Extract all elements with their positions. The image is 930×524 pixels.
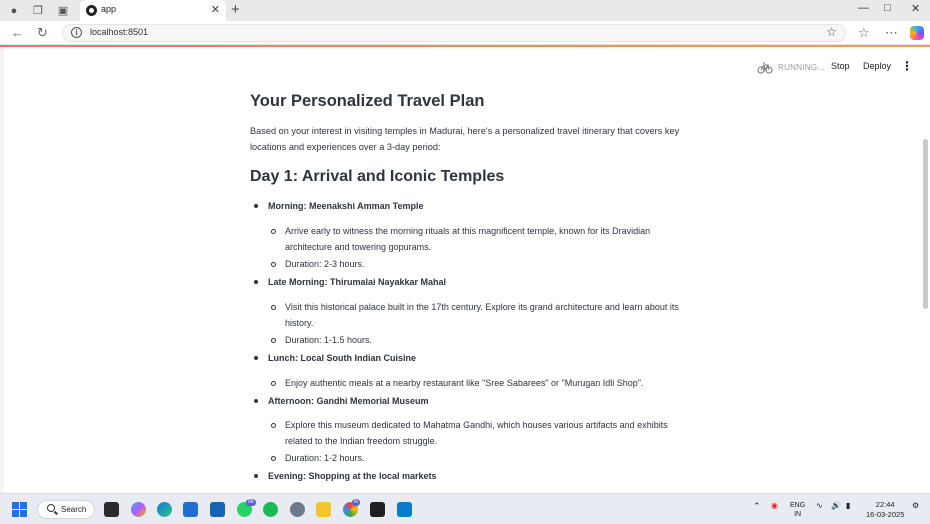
clock[interactable]: 22:44 16-03-2025 <box>866 500 904 520</box>
taskbar-search[interactable]: Search <box>37 500 95 519</box>
volume-icon[interactable]: 🔊 <box>831 501 841 510</box>
day-heading: Day 1: Arrival and Iconic Temples <box>250 168 505 185</box>
profile-icon[interactable]: ● <box>7 4 21 18</box>
wifi-icon[interactable]: ∿ <box>816 501 823 510</box>
itinerary-item-heading: Evening: Shopping at the local markets <box>268 471 437 481</box>
itinerary-detail: Duration: 1-2 hours. <box>285 453 365 463</box>
file-explorer-icon[interactable] <box>316 502 331 517</box>
page-scrollbar[interactable] <box>923 139 928 309</box>
browser-tab-app[interactable]: app ✕ <box>80 0 226 21</box>
page-title: Your Personalized Travel Plan <box>250 92 485 110</box>
language-indicator[interactable]: ENG IN <box>790 501 805 519</box>
windows-taskbar: Search 99 N ⌃ ◉ ENG IN ∿ 🔊 ▮ 22:44 16-03… <box>0 493 930 524</box>
clock-time: 22:44 <box>875 500 895 509</box>
itinerary-item-heading: Afternoon: Gandhi Memorial Museum <box>268 396 429 406</box>
edge-browser-icon[interactable] <box>157 502 172 517</box>
favorite-star-icon[interactable]: ☆ <box>826 25 837 39</box>
sub-bullet <box>271 381 276 386</box>
region-code: IN <box>794 511 802 518</box>
sub-bullet <box>271 262 276 267</box>
list-bullet <box>254 399 258 403</box>
more-options-icon[interactable]: ⋯ <box>885 25 898 41</box>
workspaces-icon[interactable]: ❒ <box>31 4 45 18</box>
sub-bullet <box>271 305 276 310</box>
store-icon[interactable] <box>183 502 198 517</box>
language-code: ENG <box>790 502 806 509</box>
list-bullet <box>254 280 258 284</box>
itinerary-detail: Duration: 2-3 hours. <box>285 259 365 269</box>
itinerary-detail: Explore this museum dedicated to Mahatma… <box>285 420 668 446</box>
running-bicycle-icon <box>757 62 773 74</box>
maximize-icon[interactable]: □ <box>884 2 891 14</box>
tray-chevron-icon[interactable]: ⌃ <box>753 501 761 512</box>
terminal-icon[interactable] <box>370 502 385 517</box>
new-tab-icon[interactable]: + <box>231 1 240 18</box>
site-info-icon[interactable]: i <box>71 27 82 38</box>
list-bullet <box>254 356 258 360</box>
tray-security-icon[interactable]: ◉ <box>771 501 778 510</box>
sub-bullet <box>271 456 276 461</box>
url-field[interactable]: i localhost:8501 ☆ <box>62 24 846 42</box>
tab-actions-icon[interactable]: ▣ <box>56 4 70 18</box>
list-bullet <box>254 204 258 208</box>
itinerary-detail: Duration: 1-1.5 hours. <box>285 335 373 345</box>
favorites-icon[interactable]: ☆ <box>858 25 870 41</box>
sub-bullet <box>271 338 276 343</box>
sub-bullet <box>271 423 276 428</box>
itinerary-item-heading: Morning: Meenakshi Amman Temple <box>268 201 424 211</box>
intro-paragraph: Based on your interest in visiting templ… <box>250 126 680 152</box>
clock-date: 16-03-2025 <box>866 510 905 519</box>
whatsapp-badge: 99 <box>246 499 256 506</box>
list-bullet <box>254 474 258 478</box>
chrome-badge: N <box>352 499 360 506</box>
copilot-icon[interactable] <box>910 26 924 40</box>
copilot-app-icon[interactable] <box>131 502 146 517</box>
app-favicon-icon <box>86 5 97 16</box>
search-icon <box>47 504 55 512</box>
stop-button[interactable]: Stop <box>831 61 850 71</box>
notifications-icon[interactable]: ⚙ <box>912 501 919 510</box>
back-icon[interactable]: ← <box>11 25 24 41</box>
itinerary-detail: Visit this historical palace built in th… <box>285 302 679 328</box>
itinerary-detail: Enjoy authentic meals at a nearby restau… <box>285 378 644 388</box>
close-tab-icon[interactable]: ✕ <box>211 3 220 16</box>
address-bar-row: ← ↻ i localhost:8501 ☆ ☆ ⋯ <box>0 21 930 45</box>
settings-gear-icon[interactable] <box>290 502 305 517</box>
battery-icon[interactable]: ▮ <box>846 501 850 510</box>
itinerary-item-heading: Late Morning: Thirumalai Nayakkar Mahal <box>268 277 447 287</box>
deploy-button[interactable]: Deploy <box>863 61 891 71</box>
main-menu-icon[interactable]: ⋮ <box>901 59 913 73</box>
spotify-icon[interactable] <box>263 502 278 517</box>
itinerary-detail: Arrive early to witness the morning ritu… <box>285 226 651 252</box>
windows-start-icon[interactable] <box>12 502 27 517</box>
sub-bullet <box>271 229 276 234</box>
reload-icon[interactable]: ↻ <box>37 25 48 41</box>
itinerary-item-heading: Lunch: Local South Indian Cuisine <box>268 353 416 363</box>
minimize-icon[interactable]: — <box>858 2 869 14</box>
close-window-icon[interactable]: ✕ <box>911 2 920 15</box>
calculator-icon[interactable] <box>210 502 225 517</box>
tab-title: app <box>101 4 117 14</box>
url-text: localhost:8501 <box>90 27 149 37</box>
running-status: RUNNING... <box>778 63 825 72</box>
task-view-icon[interactable] <box>104 502 119 517</box>
search-label: Search <box>61 505 87 514</box>
vscode-icon[interactable] <box>397 502 412 517</box>
browser-tab-strip: ● ❒ ▣ app ✕ + — □ ✕ <box>0 0 930 21</box>
